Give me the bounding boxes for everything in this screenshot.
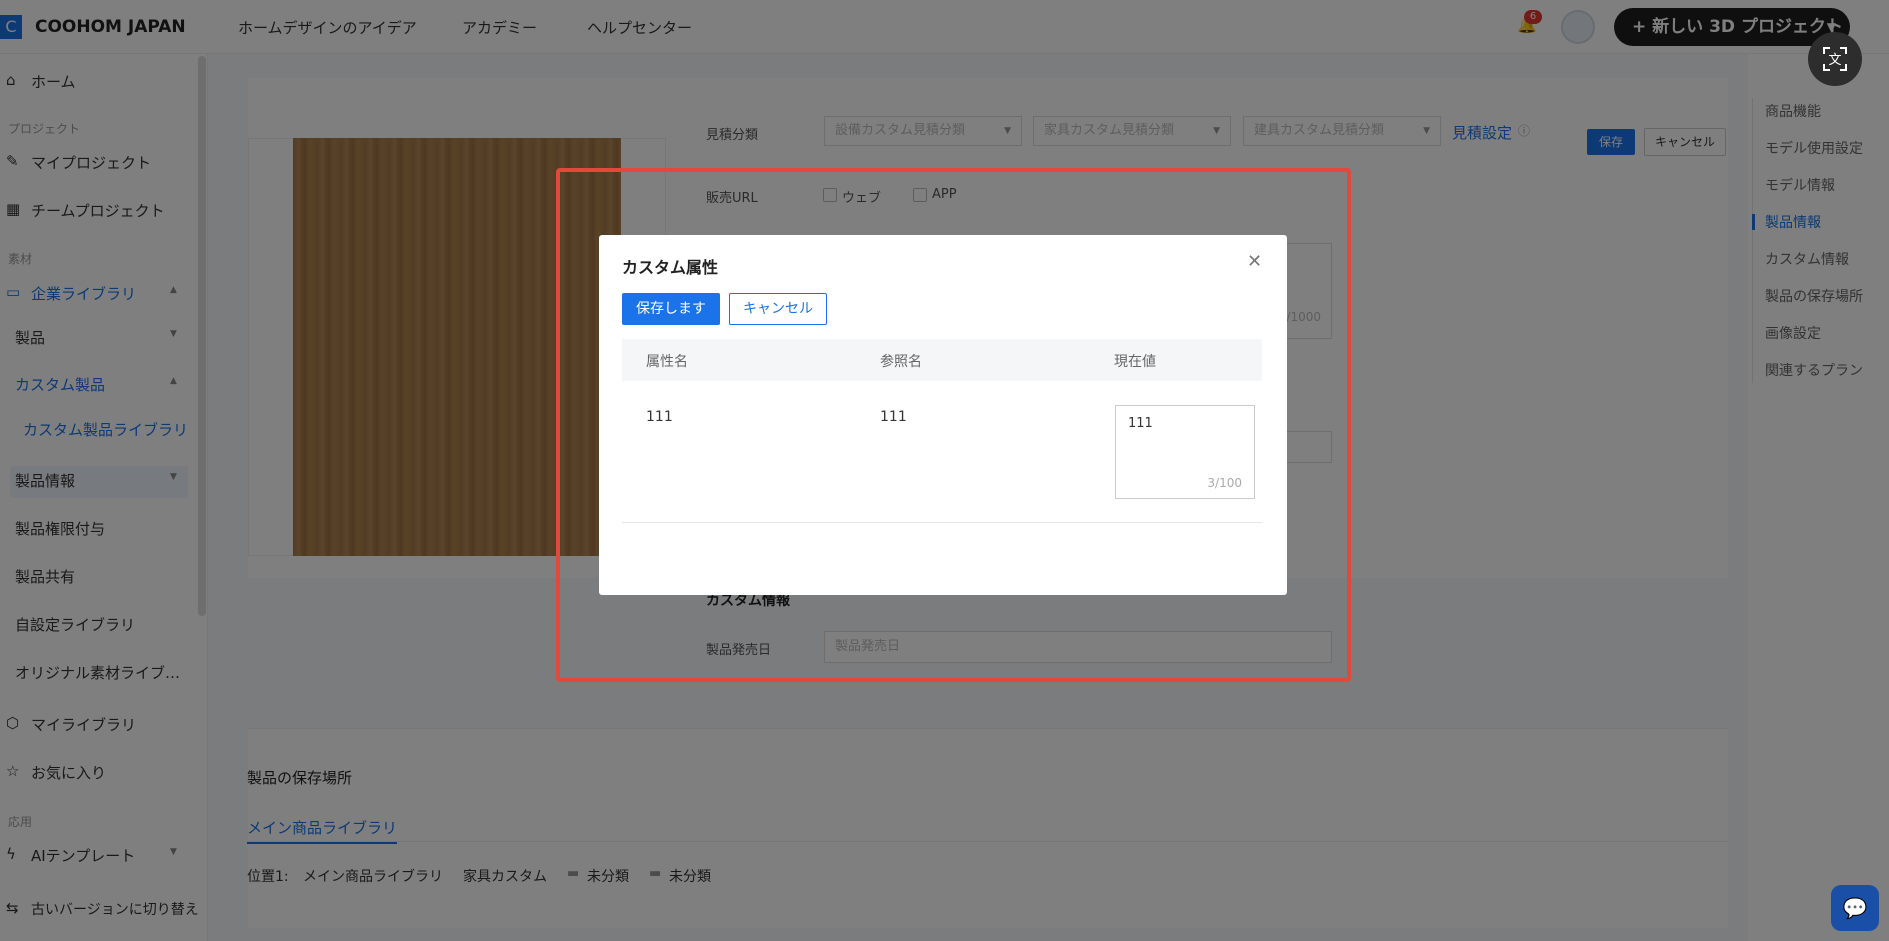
- svg-text:文: 文: [1828, 53, 1841, 68]
- current-value-textarea[interactable]: 111 3/100: [1115, 405, 1255, 499]
- table-row-divider: [622, 522, 1262, 523]
- ref-name-cell: 111: [880, 409, 907, 425]
- close-icon[interactable]: ✕: [1247, 251, 1262, 272]
- chat-icon[interactable]: 💬: [1831, 885, 1879, 931]
- current-value-text: 111: [1128, 416, 1153, 431]
- column-header-attr-name: 属性名: [646, 354, 688, 370]
- save-button[interactable]: 保存します: [622, 293, 720, 325]
- cancel-button[interactable]: キャンセル: [729, 293, 827, 325]
- column-header-ref-name: 参照名: [880, 354, 922, 370]
- attr-name-cell: 111: [646, 409, 673, 425]
- table-header: 属性名 参照名 現在値: [622, 339, 1262, 381]
- char-counter: 3/100: [1207, 476, 1242, 490]
- translate-icon[interactable]: 文: [1808, 32, 1862, 86]
- custom-attribute-modal: カスタム属性 ✕ 保存します キャンセル 属性名 参照名 現在値 111 111…: [599, 235, 1287, 595]
- column-header-current-value: 現在値: [1114, 354, 1156, 370]
- translate-icon-glyph: 文: [1823, 47, 1847, 71]
- modal-title: カスタム属性: [622, 258, 719, 277]
